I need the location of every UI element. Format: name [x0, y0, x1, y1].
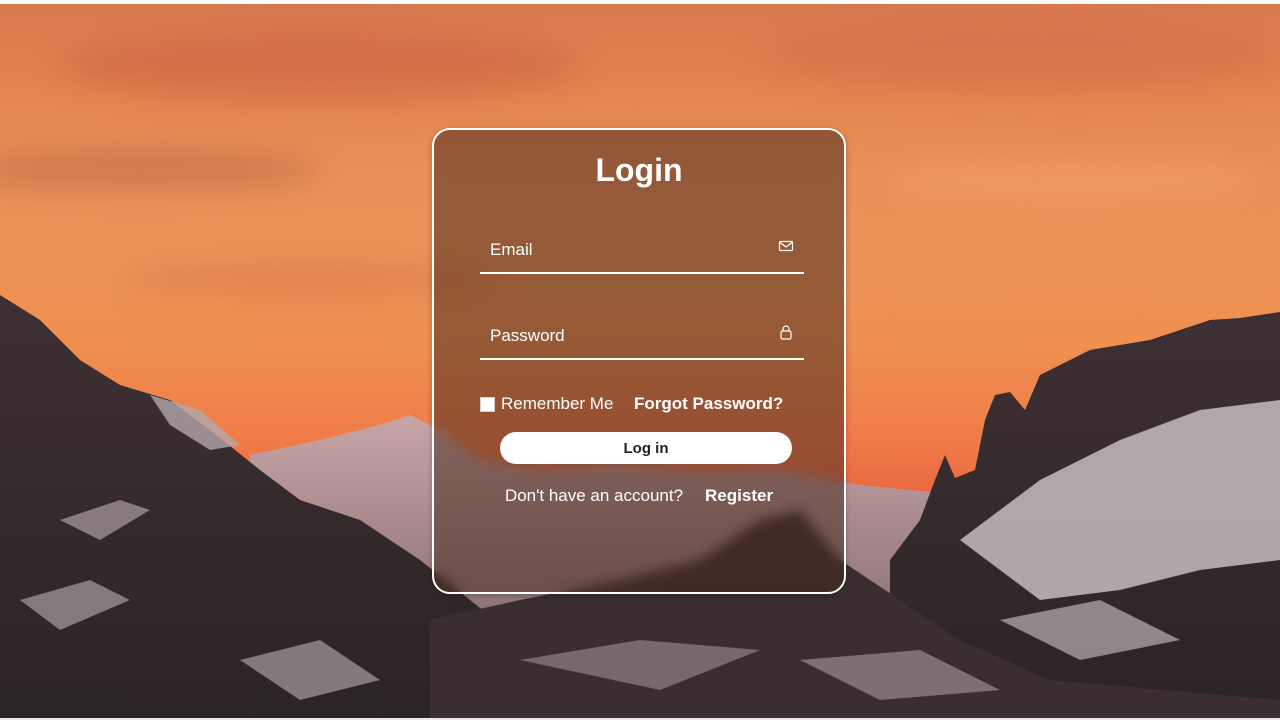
email-field-group	[480, 230, 804, 274]
register-prompt: Don't have an account? Register	[434, 486, 844, 506]
email-input[interactable]	[480, 230, 780, 270]
envelope-icon	[778, 240, 794, 252]
remember-me[interactable]: Remember Me	[480, 394, 613, 414]
password-input[interactable]	[480, 316, 780, 356]
forgot-password-link[interactable]: Forgot Password?	[634, 394, 783, 414]
no-account-text: Don't have an account?	[504, 486, 684, 505]
lock-icon	[780, 325, 792, 340]
login-button[interactable]: Log in	[500, 432, 792, 464]
login-title: Login	[595, 152, 683, 188]
login-card: Login Remember Me Forgot Password? Log i…	[432, 128, 846, 594]
remember-me-label: Remember Me	[501, 394, 614, 413]
register-link[interactable]: Register	[705, 486, 773, 505]
login-page: Login Remember Me Forgot Password? Log i…	[0, 0, 1280, 720]
remember-me-checkbox[interactable]	[480, 396, 495, 412]
password-field-group	[480, 316, 804, 360]
